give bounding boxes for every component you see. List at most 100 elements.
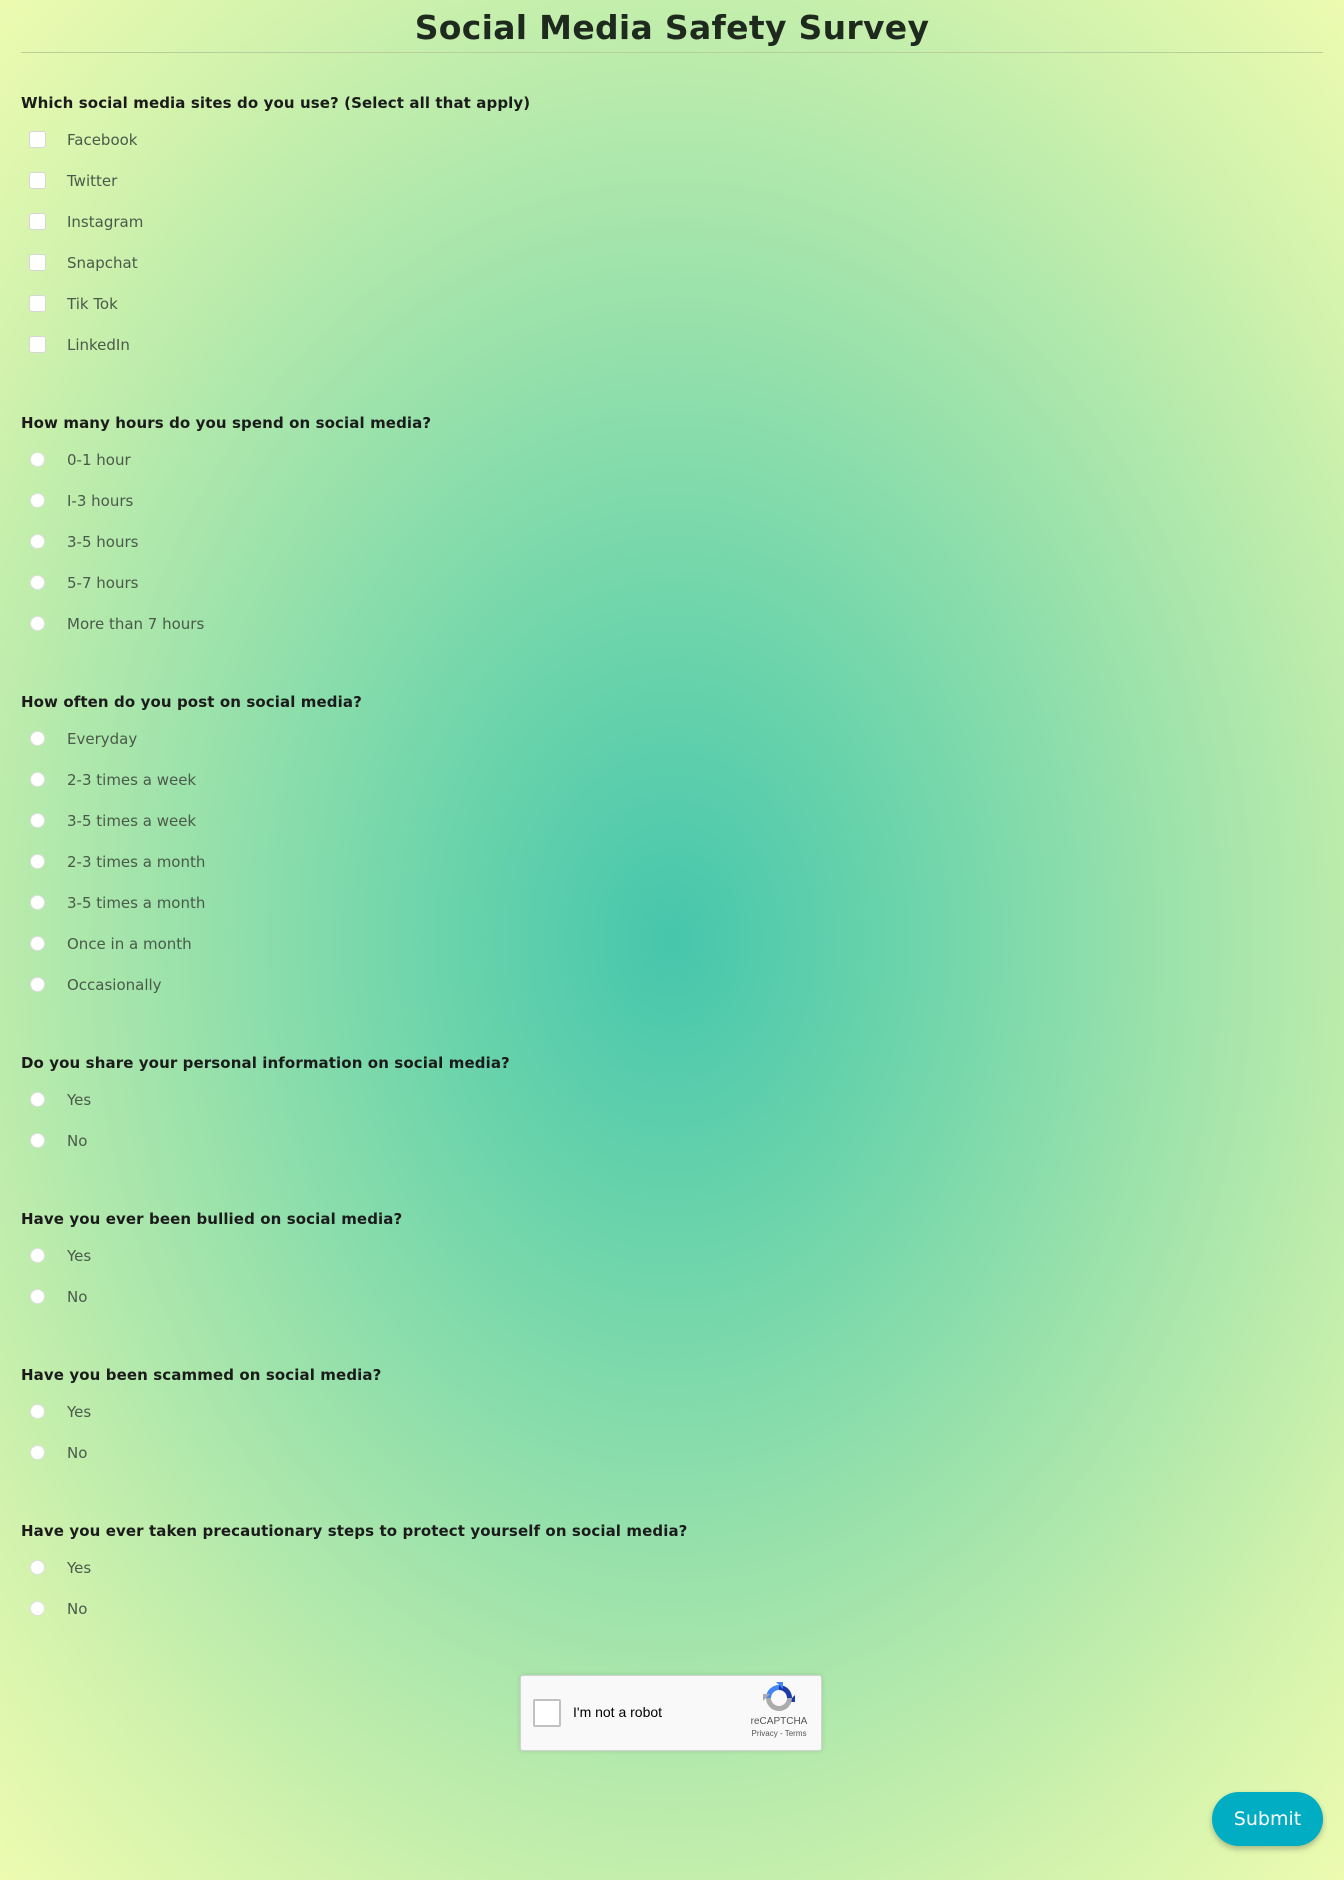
question-label: Which social media sites do you use? (Se… <box>21 94 531 112</box>
option-label: Twitter <box>67 171 118 190</box>
recaptcha-logo-block: reCAPTCHA Privacy - Terms <box>747 1682 811 1738</box>
option-yes[interactable]: Yes <box>21 1235 402 1276</box>
checkbox[interactable] <box>29 336 46 353</box>
option-yes[interactable]: Yes <box>21 1391 381 1432</box>
option-1-3-hours[interactable]: I-3 hours <box>21 480 431 521</box>
checkbox[interactable] <box>29 213 46 230</box>
option-occasionally[interactable]: Occasionally <box>21 964 362 1005</box>
question-precautionary-steps: Have you ever taken precautionary steps … <box>21 1521 687 1629</box>
radio-button[interactable] <box>30 534 45 549</box>
radio-button[interactable] <box>30 731 45 746</box>
option-label: 2-3 times a month <box>67 852 206 871</box>
checkbox[interactable] <box>29 172 46 189</box>
checkbox[interactable] <box>29 131 46 148</box>
radio-button[interactable] <box>30 772 45 787</box>
radio-button[interactable] <box>30 977 45 992</box>
option-3-5-hours[interactable]: 3-5 hours <box>21 521 431 562</box>
option-no[interactable]: No <box>21 1120 510 1161</box>
question-label: Do you share your personal information o… <box>21 1054 510 1072</box>
recaptcha-logo-icon <box>763 1682 795 1711</box>
recaptcha-links: Privacy - Terms <box>747 1729 811 1738</box>
option-yes[interactable]: Yes <box>21 1079 510 1120</box>
option-label: 0-1 hour <box>67 450 131 469</box>
question-share-personal-info: Do you share your personal information o… <box>21 1053 510 1161</box>
option-label: Once in a month <box>67 934 192 953</box>
radio-button[interactable] <box>30 1133 45 1148</box>
option-yes[interactable]: Yes <box>21 1547 687 1588</box>
recaptcha-widget: I'm not a robot reCAPTCHA Privacy - Term… <box>520 1675 822 1751</box>
radio-button[interactable] <box>30 452 45 467</box>
recaptcha-checkbox[interactable] <box>533 1699 561 1727</box>
submit-button[interactable]: Submit <box>1212 1792 1323 1846</box>
option-label: 3-5 hours <box>67 532 139 551</box>
option-label: No <box>67 1131 88 1150</box>
option-2-3-week[interactable]: 2-3 times a week <box>21 759 362 800</box>
radio-button[interactable] <box>30 1092 45 1107</box>
option-linkedin[interactable]: LinkedIn <box>21 324 530 365</box>
option-label: 2-3 times a week <box>67 770 197 789</box>
option-label: Tik Tok <box>67 294 118 313</box>
option-twitter[interactable]: Twitter <box>21 160 530 201</box>
option-label: LinkedIn <box>67 335 130 354</box>
question-post-frequency: How often do you post on social media? E… <box>21 692 362 1005</box>
option-label: No <box>67 1287 88 1306</box>
option-label: Yes <box>67 1246 92 1265</box>
option-more-than-7-hours[interactable]: More than 7 hours <box>21 603 431 644</box>
recaptcha-brand: reCAPTCHA <box>750 1716 808 1727</box>
radio-button[interactable] <box>30 1248 45 1263</box>
option-label: No <box>67 1443 88 1462</box>
radio-button[interactable] <box>30 1560 45 1575</box>
recaptcha-label: I'm not a robot <box>573 1704 663 1720</box>
option-3-5-month[interactable]: 3-5 times a month <box>21 882 362 923</box>
option-once-a-month[interactable]: Once in a month <box>21 923 362 964</box>
option-label: 3-5 times a month <box>67 893 206 912</box>
question-scammed: Have you been scammed on social media? Y… <box>21 1365 381 1473</box>
option-no[interactable]: No <box>21 1276 402 1317</box>
recaptcha-privacy-link[interactable]: Privacy <box>752 1729 778 1738</box>
checkbox[interactable] <box>29 254 46 271</box>
option-label: Yes <box>67 1402 92 1421</box>
option-label: Instagram <box>67 212 144 231</box>
radio-button[interactable] <box>30 895 45 910</box>
option-label: More than 7 hours <box>67 614 205 633</box>
option-snapchat[interactable]: Snapchat <box>21 242 530 283</box>
option-0-1-hour[interactable]: 0-1 hour <box>21 439 431 480</box>
option-label: I-3 hours <box>67 491 134 510</box>
option-label: 3-5 times a week <box>67 811 197 830</box>
radio-button[interactable] <box>30 1404 45 1419</box>
option-3-5-week[interactable]: 3-5 times a week <box>21 800 362 841</box>
radio-button[interactable] <box>30 1445 45 1460</box>
option-no[interactable]: No <box>21 1588 687 1629</box>
radio-button[interactable] <box>30 493 45 508</box>
checkbox[interactable] <box>29 295 46 312</box>
option-tiktok[interactable]: Tik Tok <box>21 283 530 324</box>
question-hours-spent: How many hours do you spend on social me… <box>21 413 431 644</box>
question-label: Have you ever taken precautionary steps … <box>21 1522 688 1540</box>
question-label: Have you been scammed on social media? <box>21 1366 382 1384</box>
option-no[interactable]: No <box>21 1432 381 1473</box>
option-label: 5-7 hours <box>67 573 139 592</box>
question-label: Have you ever been bullied on social med… <box>21 1210 403 1228</box>
radio-button[interactable] <box>30 1289 45 1304</box>
radio-button[interactable] <box>30 936 45 951</box>
radio-button[interactable] <box>30 1601 45 1616</box>
option-instagram[interactable]: Instagram <box>21 201 530 242</box>
separator: - <box>777 1729 785 1738</box>
option-label: Facebook <box>67 130 138 149</box>
page-title: Social Media Safety Survey <box>414 8 930 47</box>
option-label: No <box>67 1599 88 1618</box>
option-label: Occasionally <box>67 975 162 994</box>
option-facebook[interactable]: Facebook <box>21 119 530 160</box>
option-label: Yes <box>67 1090 92 1109</box>
option-everyday[interactable]: Everyday <box>21 718 362 759</box>
question-social-sites: Which social media sites do you use? (Se… <box>21 93 530 365</box>
option-2-3-month[interactable]: 2-3 times a month <box>21 841 362 882</box>
radio-button[interactable] <box>30 854 45 869</box>
radio-button[interactable] <box>30 813 45 828</box>
option-label: Snapchat <box>67 253 138 272</box>
radio-button[interactable] <box>30 616 45 631</box>
option-5-7-hours[interactable]: 5-7 hours <box>21 562 431 603</box>
title-divider <box>21 52 1323 53</box>
recaptcha-terms-link[interactable]: Terms <box>785 1729 807 1738</box>
radio-button[interactable] <box>30 575 45 590</box>
